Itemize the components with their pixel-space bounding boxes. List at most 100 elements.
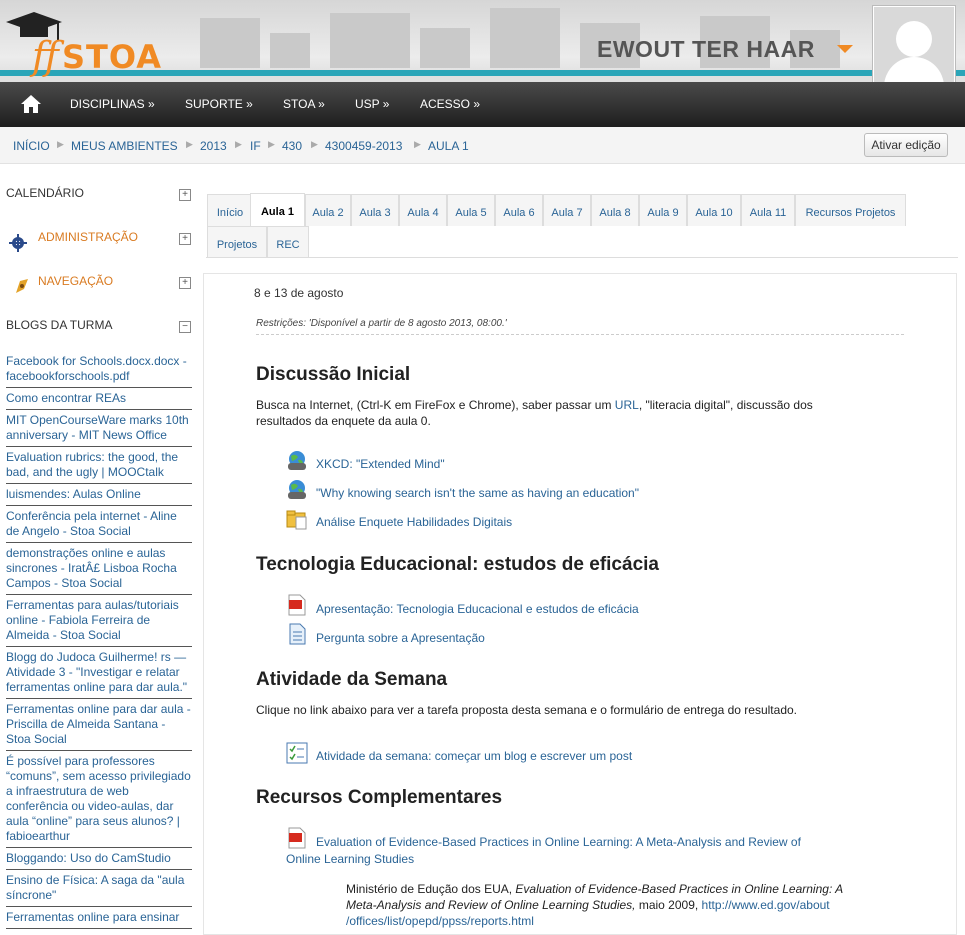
blog-link[interactable]: demonstrações online e aulas sincrones -… [6, 545, 192, 595]
nav-disciplinas[interactable]: DISCIPLINAS » [70, 97, 155, 111]
blog-link[interactable]: Ferramentas online para ensinar [6, 909, 192, 929]
gear-icon [9, 234, 27, 252]
resource-link[interactable]: "Why knowing search isn't the same as ha… [316, 486, 639, 500]
breadcrumb-item[interactable]: IF [250, 139, 261, 153]
reference-link[interactable]: http://www.ed.gov/about [702, 898, 830, 912]
home-icon[interactable] [20, 94, 42, 114]
section-title: Discussão Inicial [256, 364, 411, 385]
nav-suporte[interactable]: SUPORTE » [185, 97, 253, 111]
blog-link[interactable]: Evaluation rubrics: the good, the bad, a… [6, 449, 192, 484]
collapse-icon[interactable]: − [179, 321, 191, 333]
divider [256, 334, 904, 335]
avatar-head [896, 21, 932, 57]
reference-title: Meta-Analysis and Review of Online Learn… [346, 898, 636, 912]
blogs-block-title[interactable]: BLOGS DA TURMA [6, 318, 112, 332]
blog-link[interactable]: luismendes: Aulas Online [6, 486, 192, 506]
resource-link[interactable]: XKCD: "Extended Mind" [316, 457, 445, 471]
blog-link[interactable]: Ferramentas online para dar aula - Prisc… [6, 701, 192, 751]
breadcrumb-separator-icon: ▶ [57, 139, 64, 149]
blog-link[interactable]: Como encontrar REAs [6, 390, 192, 410]
reference-text: Ministério de Edução dos EUA, Evaluation… [346, 881, 906, 929]
tab-aula-1[interactable]: Aula 1 [250, 193, 305, 227]
tab-projetos[interactable]: Projetos [207, 226, 267, 258]
description-text: Busca na Internet, (Ctrl-K em FireFox e … [256, 398, 615, 412]
tab-aula-4[interactable]: Aula 4 [399, 194, 447, 226]
description-text: resultados da enquete da aula 0. [256, 414, 431, 428]
avatar[interactable] [873, 6, 955, 88]
tab-aula-6[interactable]: Aula 6 [495, 194, 543, 226]
user-name[interactable]: EWOUT TER HAAR [597, 36, 815, 63]
breadcrumb-item[interactable]: 4300459-2013 [325, 139, 402, 153]
tab-inicio[interactable]: Início [207, 194, 253, 226]
calendar-block-title[interactable]: CALENDÁRIO [6, 186, 84, 200]
tab-aula-8[interactable]: Aula 8 [591, 194, 639, 226]
blog-link[interactable]: Facebook for Schools.docx.docx - faceboo… [6, 353, 192, 388]
resource-link[interactable]: Evaluation of Evidence-Based Practices i… [316, 835, 801, 849]
restriction-text: Restrições: 'Disponível a partir de 8 ag… [256, 318, 507, 329]
blog-link[interactable]: Blogg do Judoca Guilherme! rs — Atividad… [6, 649, 192, 699]
resource-link[interactable]: Online Learning Studies [286, 852, 414, 866]
description-text: , "literacia digital", discussão dos [638, 398, 813, 412]
resource-link[interactable]: Pergunta sobre a Apresentação [316, 631, 485, 645]
blog-link[interactable]: MIT OpenCourseWare marks 10th anniversar… [6, 412, 192, 447]
section-title: Tecnologia Educacional: estudos de eficá… [256, 554, 659, 575]
logo-glyph: ff [32, 34, 59, 78]
breadcrumb-item[interactable]: 2013 [200, 139, 227, 153]
breadcrumb-separator-icon: ▶ [235, 139, 242, 149]
document-icon [289, 623, 306, 645]
blog-link[interactable]: Conferência pela internet - Aline de Ang… [6, 508, 192, 543]
logo-text: STOA [62, 38, 162, 76]
pdf-icon [288, 827, 306, 849]
banner-building [490, 8, 560, 68]
breadcrumb-item[interactable]: MEUS AMBIENTES [71, 139, 178, 153]
tab-aula-2[interactable]: Aula 2 [305, 194, 351, 226]
breadcrumb-separator-icon: ▶ [186, 139, 193, 149]
section-date: 8 e 13 de agosto [254, 286, 344, 300]
reference-link[interactable]: /offices/list/opepd/ppss/reports.html [346, 914, 534, 928]
enable-editing-button[interactable]: Ativar edição [864, 133, 948, 157]
blog-link[interactable]: Bloggando: Uso do CamStudio [6, 850, 192, 870]
tab-aula-9[interactable]: Aula 9 [639, 194, 687, 226]
main-navbar: DISCIPLINAS » SUPORTE » STOA » USP » ACE… [0, 82, 965, 127]
admin-block-title[interactable]: ADMINISTRAÇÃO [38, 230, 138, 244]
user-menu-arrow-icon[interactable] [837, 45, 853, 53]
banner-building [420, 28, 470, 68]
breadcrumb-item[interactable]: INÍCIO [13, 139, 50, 153]
blog-link[interactable]: É possível para professores “comuns”, se… [6, 753, 192, 848]
compass-icon [16, 279, 28, 293]
blog-link[interactable]: Ferramentas para aulas/tutoriais online … [6, 597, 192, 647]
tab-aula-7[interactable]: Aula 7 [543, 194, 591, 226]
resource-link[interactable]: Análise Enquete Habilidades Digitais [316, 515, 512, 529]
tab-recursos-projetos[interactable]: Recursos Projetos [795, 194, 906, 226]
expand-icon[interactable]: + [179, 233, 191, 245]
banner-building [330, 13, 410, 68]
url-globe-icon [288, 451, 306, 470]
nav-usp[interactable]: USP » [355, 97, 389, 111]
tab-underline [206, 257, 958, 258]
expand-icon[interactable]: + [179, 189, 191, 201]
nav-acesso[interactable]: ACESSO » [420, 97, 480, 111]
url-link[interactable]: URL [615, 398, 639, 412]
section-description: Clique no link abaixo para ver a tarefa … [256, 703, 797, 717]
tab-aula-11[interactable]: Aula 11 [741, 194, 795, 226]
tab-rec[interactable]: REC [267, 226, 309, 258]
section-title: Atividade da Semana [256, 669, 448, 690]
assignment-icon [286, 742, 308, 764]
breadcrumb-item-current[interactable]: AULA 1 [428, 139, 469, 153]
breadcrumb-item[interactable]: 430 [282, 139, 302, 153]
stoa-logo[interactable]: ff STOA [4, 10, 174, 80]
banner-building [270, 33, 310, 68]
folder-icon [286, 510, 307, 530]
resource-link[interactable]: Atividade da semana: começar um blog e e… [316, 749, 632, 763]
resource-link[interactable]: Apresentação: Tecnologia Educacional e e… [316, 602, 639, 616]
blog-list: Facebook for Schools.docx.docx - faceboo… [6, 353, 192, 931]
reference-title: Evaluation of Evidence-Based Practices i… [515, 882, 844, 896]
pdf-icon [288, 594, 306, 616]
blog-link[interactable]: Ensino de Física: A saga da "aula síncro… [6, 872, 192, 907]
tab-aula-3[interactable]: Aula 3 [351, 194, 399, 226]
navigation-block-title[interactable]: NAVEGAÇÃO [38, 274, 113, 288]
tab-aula-10[interactable]: Aula 10 [687, 194, 741, 226]
expand-icon[interactable]: + [179, 277, 191, 289]
tab-aula-5[interactable]: Aula 5 [447, 194, 495, 226]
nav-stoa[interactable]: STOA » [283, 97, 325, 111]
